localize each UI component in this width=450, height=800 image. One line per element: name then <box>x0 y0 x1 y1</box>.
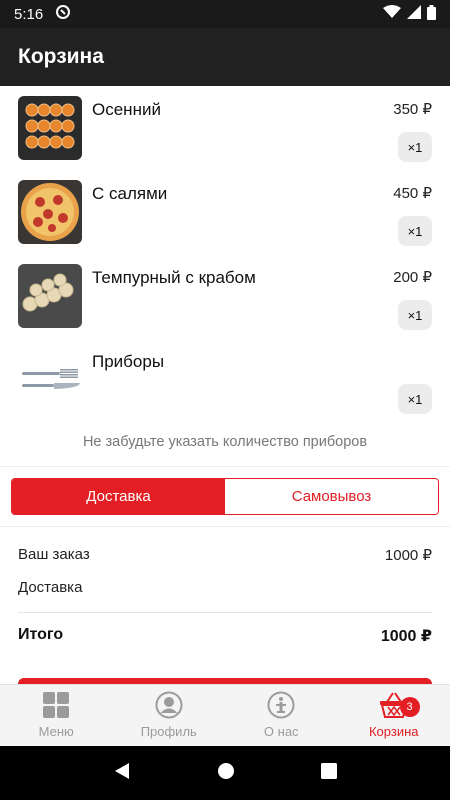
recents-icon[interactable] <box>321 762 337 784</box>
order-value: 1000 ₽ <box>384 547 432 564</box>
status-bar: 5:16 <box>0 0 450 28</box>
quantity-button[interactable]: ×1 <box>398 216 432 246</box>
nav-profile[interactable]: Профиль <box>113 685 226 746</box>
delivery-option[interactable]: Доставка <box>12 479 225 514</box>
home-icon[interactable] <box>217 762 235 785</box>
wifi-icon <box>383 5 401 23</box>
nav-label: Меню <box>38 724 74 739</box>
cart-content[interactable]: Осенний 350 ₽ ×1 С салями 450 ₽ ×1 Темпу… <box>0 86 450 684</box>
back-icon[interactable] <box>113 762 131 785</box>
pickup-option[interactable]: Самовывоз <box>225 479 438 514</box>
quantity-button[interactable]: ×1 <box>398 300 432 330</box>
bottom-nav: Меню Профиль О нас 3 Корзина <box>0 684 450 746</box>
nav-cart[interactable]: 3 Корзина <box>338 685 450 746</box>
grid-icon <box>41 690 71 720</box>
cutlery-image <box>18 348 82 412</box>
divider <box>0 466 450 467</box>
item-price: 350 ₽ <box>393 101 432 118</box>
tempura-rolls-image <box>18 264 82 328</box>
item-price: 450 ₽ <box>393 185 432 202</box>
item-name: Темпурный с крабом <box>92 268 256 287</box>
rolls-image <box>18 96 82 160</box>
delivery-row: Доставка <box>18 579 432 596</box>
item-name: С салями <box>92 184 168 203</box>
status-time: 5:16 <box>14 5 44 23</box>
total-row: Итого 1000 ₽ <box>18 626 432 646</box>
nav-label: Профиль <box>140 724 197 739</box>
item-price: 200 ₽ <box>393 269 432 286</box>
cart-item[interactable]: Темпурный с крабом 200 ₽ ×1 <box>0 254 450 338</box>
app-bar: Корзина <box>0 28 450 86</box>
cart-item[interactable]: С салями 450 ₽ ×1 <box>0 170 450 254</box>
delivery-toggle[interactable]: Доставка Самовывоз <box>11 478 439 515</box>
sync-icon <box>55 4 71 24</box>
nav-label: Корзина <box>368 724 419 739</box>
profile-icon <box>154 690 184 720</box>
item-name: Приборы <box>92 352 165 371</box>
pizza-image <box>18 180 82 244</box>
order-label: Ваш заказ <box>18 546 90 563</box>
signal-icon <box>407 5 421 23</box>
item-name: Осенний <box>92 100 161 119</box>
summary-divider <box>18 612 432 613</box>
cutlery-reminder: Не забудьте указать количество приборов <box>82 434 368 450</box>
info-icon <box>266 690 296 720</box>
battery-icon <box>427 4 436 24</box>
nav-label: О нас <box>263 724 299 739</box>
order-subtotal-row: Ваш заказ 1000 ₽ <box>18 546 432 564</box>
delivery-label: Доставка <box>18 579 83 596</box>
system-nav-bar <box>0 746 450 800</box>
cart-item[interactable]: Приборы ×1 <box>0 338 450 422</box>
cart-item[interactable]: Осенний 350 ₽ ×1 <box>0 86 450 170</box>
nav-menu[interactable]: Меню <box>0 685 113 746</box>
divider <box>0 526 450 527</box>
quantity-button[interactable]: ×1 <box>398 132 432 162</box>
nav-about[interactable]: О нас <box>225 685 338 746</box>
total-label: Итого <box>18 626 64 643</box>
quantity-button[interactable]: ×1 <box>398 384 432 414</box>
total-value: 1000 ₽ <box>380 628 432 645</box>
page-title: Корзина <box>18 45 104 68</box>
cart-count-badge: 3 <box>399 697 420 717</box>
